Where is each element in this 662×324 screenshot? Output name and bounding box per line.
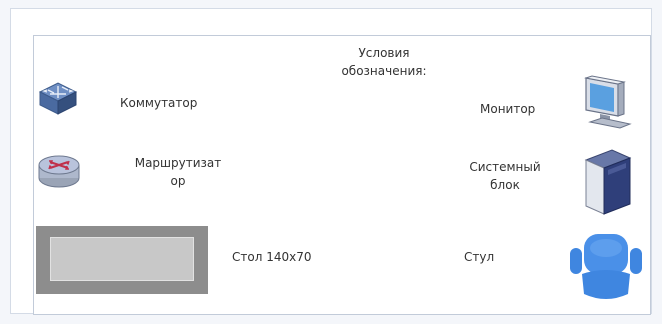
legend-title-line1: Условия [358, 46, 410, 60]
system-unit-label: Системный блок [460, 158, 550, 194]
table-shape [36, 226, 208, 294]
legend-title-line2: обозначения: [341, 64, 427, 78]
monitor-icon [584, 75, 632, 129]
switch-label: Коммутатор [120, 96, 198, 110]
monitor-label: Монитор [480, 102, 536, 116]
chair-label: Стул [464, 250, 495, 264]
system-unit-label-line1: Системный [469, 160, 541, 174]
table-label: Стол 140x70 [232, 250, 312, 264]
network-switch-icon [38, 82, 78, 115]
router-label: Маршрутизат ор [118, 154, 238, 190]
legend-panel: Условия обозначения: Коммутатор Маршрути… [33, 35, 651, 315]
table-top [50, 237, 194, 281]
system-unit-label-line2: блок [490, 178, 520, 192]
router-label-line1: Маршрутизат [134, 156, 222, 170]
router-icon [38, 155, 80, 188]
image-frame: Условия обозначения: Коммутатор Маршрути… [10, 8, 652, 315]
system-unit-icon [584, 149, 632, 215]
legend-title: Условия обозначения: [304, 44, 464, 80]
chair-icon [570, 234, 642, 299]
router-label-line2: ор [170, 174, 186, 188]
